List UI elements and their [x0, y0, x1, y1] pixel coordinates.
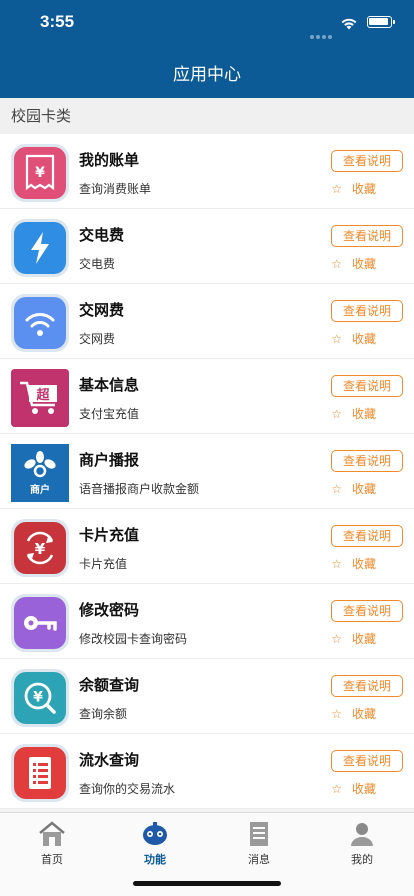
app-row-network[interactable]: 交网费 交网费 查看说明 ☆ 收藏: [0, 284, 414, 359]
app-row-basic-info[interactable]: 超 基本信息 支付宝充值 查看说明 ☆ 收藏: [0, 359, 414, 434]
app-description: 查询消费账单: [79, 182, 152, 196]
view-help-button[interactable]: 查看说明: [331, 600, 403, 622]
recharge-yen-icon: ¥: [11, 519, 69, 577]
app-row-merchant[interactable]: 商户 商户播报 语音播报商户收款金额 查看说明 ☆ 收藏: [0, 434, 414, 509]
star-icon: ☆: [331, 707, 342, 721]
favorite-button[interactable]: ☆ 收藏: [331, 255, 376, 272]
header-bar: 3:55 应用中心: [0, 0, 414, 107]
star-icon: ☆: [331, 632, 342, 646]
svg-text:¥: ¥: [35, 540, 46, 558]
favorite-label: 收藏: [351, 782, 376, 796]
app-list: ¥ 我的账单 查询消费账单 查看说明 ☆ 收藏 交电费 交电费 查看说明 ☆ 收藏: [0, 134, 414, 809]
app-description: 交网费: [79, 332, 116, 346]
app-row-transactions[interactable]: 流水查询 查询你的交易流水 查看说明 ☆ 收藏: [0, 734, 414, 809]
app-title: 商户播报: [79, 451, 140, 469]
favorite-button[interactable]: ☆ 收藏: [331, 405, 376, 422]
wifi-icon: [11, 294, 69, 352]
page-title: 应用中心: [173, 65, 241, 85]
favorite-label: 收藏: [351, 707, 376, 721]
app-title: 交电费: [79, 226, 125, 244]
app-row-balance[interactable]: ¥ 余额查询 查询余额 查看说明 ☆ 收藏: [0, 659, 414, 734]
favorite-label: 收藏: [351, 257, 376, 271]
status-time: 3:55: [40, 12, 75, 31]
favorite-label: 收藏: [351, 407, 376, 421]
app-description: 查询你的交易流水: [79, 782, 176, 796]
favorite-button[interactable]: ☆ 收藏: [331, 180, 376, 197]
shopping-cart-icon: 超: [11, 369, 69, 427]
app-description: 卡片充值: [79, 557, 128, 571]
receipt-yen-icon: ¥: [11, 144, 69, 202]
star-icon: ☆: [331, 482, 342, 496]
home-icon: [22, 819, 82, 847]
view-help-button[interactable]: 查看说明: [331, 450, 403, 472]
app-title: 余额查询: [79, 676, 140, 694]
star-icon: ☆: [331, 782, 342, 796]
merchant-logo-icon: 商户: [11, 444, 69, 502]
app-description: 修改校园卡查询密码: [79, 632, 188, 646]
favorite-button[interactable]: ☆ 收藏: [331, 780, 376, 797]
app-row-bill[interactable]: ¥ 我的账单 查询消费账单 查看说明 ☆ 收藏: [0, 134, 414, 209]
tab-home[interactable]: 首页: [22, 819, 82, 867]
svg-text:¥: ¥: [35, 165, 45, 181]
app-description: 交电费: [79, 257, 116, 271]
favorite-button[interactable]: ☆ 收藏: [331, 330, 376, 347]
app-row-electricity[interactable]: 交电费 交电费 查看说明 ☆ 收藏: [0, 209, 414, 284]
status-bar: 3:55: [0, 0, 414, 44]
section-header: 校园卡类: [0, 98, 414, 134]
favorite-button[interactable]: ☆ 收藏: [331, 480, 376, 497]
robot-icon: [125, 819, 185, 847]
app-description: 支付宝充值: [79, 407, 140, 421]
app-title: 修改密码: [79, 601, 140, 619]
favorite-button[interactable]: ☆ 收藏: [331, 630, 376, 647]
wifi-status-icon: [340, 15, 358, 34]
favorite-label: 收藏: [351, 332, 376, 346]
app-title: 我的账单: [79, 151, 140, 169]
tab-label: 我的: [351, 853, 373, 866]
app-description: 语音播报商户收款金额: [79, 482, 200, 496]
favorite-button[interactable]: ☆ 收藏: [331, 555, 376, 572]
view-help-button[interactable]: 查看说明: [331, 750, 403, 772]
icon-text: 商户: [30, 485, 50, 496]
icon-text: 超: [36, 387, 50, 403]
document-list-icon: [11, 744, 69, 802]
signal-icon: [308, 24, 332, 43]
tab-functions[interactable]: 功能: [125, 819, 185, 867]
favorite-button[interactable]: ☆ 收藏: [331, 705, 376, 722]
favorite-label: 收藏: [351, 632, 376, 646]
view-help-button[interactable]: 查看说明: [331, 675, 403, 697]
app-row-change-password[interactable]: 修改密码 修改校园卡查询密码 查看说明 ☆ 收藏: [0, 584, 414, 659]
app-row-card-recharge[interactable]: ¥ 卡片充值 卡片充值 查看说明 ☆ 收藏: [0, 509, 414, 584]
user-icon: [332, 819, 392, 847]
view-help-button[interactable]: 查看说明: [331, 300, 403, 322]
view-help-button[interactable]: 查看说明: [331, 525, 403, 547]
tab-label: 功能: [144, 853, 166, 866]
lightning-bolt-icon: [11, 219, 69, 277]
tab-label: 消息: [248, 853, 270, 866]
app-title: 基本信息: [79, 376, 140, 394]
star-icon: ☆: [331, 557, 342, 571]
star-icon: ☆: [331, 182, 342, 196]
view-help-button[interactable]: 查看说明: [331, 375, 403, 397]
tab-label: 首页: [41, 853, 63, 866]
app-title: 流水查询: [79, 751, 140, 769]
app-title: 交网费: [79, 301, 125, 319]
favorite-label: 收藏: [351, 557, 376, 571]
app-description: 查询余额: [79, 707, 128, 721]
app-title: 卡片充值: [79, 526, 140, 544]
favorite-label: 收藏: [351, 182, 376, 196]
home-indicator: [133, 881, 281, 886]
favorite-label: 收藏: [351, 482, 376, 496]
balance-yen-icon: ¥: [11, 669, 69, 727]
tab-messages[interactable]: 消息: [229, 819, 289, 867]
star-icon: ☆: [331, 257, 342, 271]
svg-text:¥: ¥: [33, 690, 43, 706]
star-icon: ☆: [331, 407, 342, 421]
view-help-button[interactable]: 查看说明: [331, 150, 403, 172]
battery-icon: [367, 16, 395, 28]
tab-profile[interactable]: 我的: [332, 819, 392, 867]
document-icon: [229, 819, 289, 847]
star-icon: ☆: [331, 332, 342, 346]
view-help-button[interactable]: 查看说明: [331, 225, 403, 247]
key-icon: [11, 594, 69, 652]
